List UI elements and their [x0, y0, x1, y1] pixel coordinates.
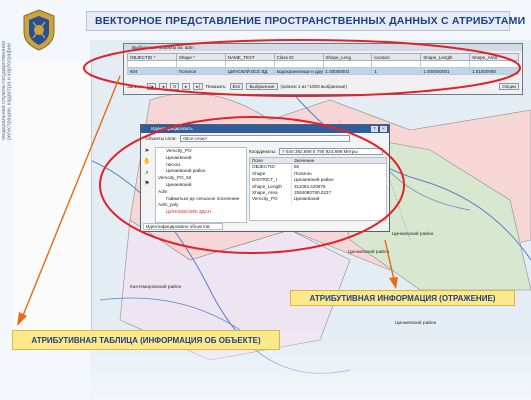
- callout-attribute-table: АТРИБУТИВНАЯ ТАБЛИЦА (ИНФОРМАЦИЯ ОБ ОБЪЕ…: [12, 330, 280, 350]
- callout-attribute-info: АТРИБУТИВНАЯ ИНФОРМАЦИЯ (ОТРАЖЕНИЕ): [290, 290, 515, 306]
- slide: Федеральная служба государственной регис…: [0, 0, 531, 400]
